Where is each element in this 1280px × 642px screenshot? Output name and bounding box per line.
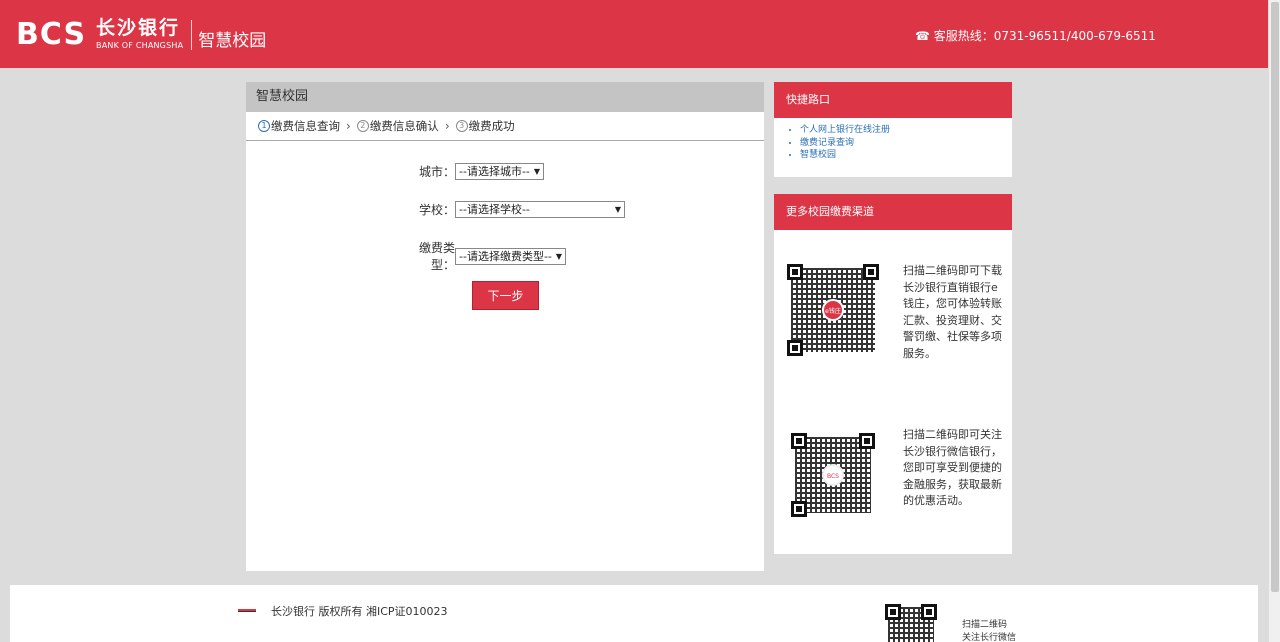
qr-finder — [859, 433, 875, 449]
progress-steps: 1 缴费信息查询 › 2 缴费信息确认 › 3 缴费成功 — [246, 112, 764, 141]
chevron-right-icon: › — [444, 119, 450, 133]
logo-bank-name: 长沙银行 BANK OF CHANGSHA — [96, 19, 183, 50]
qr-finder — [791, 433, 807, 449]
logo-divider — [191, 19, 193, 50]
city-select-value: --请选择城市-- — [459, 165, 530, 178]
fee-type-label: 缴费类型： — [418, 241, 455, 272]
step-number-icon: 3 — [455, 120, 468, 132]
school-select-value: --请选择学校-- — [459, 203, 530, 216]
dropdown-arrow-icon: ▼ — [614, 205, 621, 214]
panel-title: 智慧校园 — [246, 82, 764, 112]
page-footer: 长沙银行 版权所有 湘ICP证010023 扫描二维码 关注长行微信 — [10, 585, 1258, 642]
step-confirm: 2 缴费信息确认 — [356, 118, 439, 134]
copyright-text: 长沙银行 版权所有 湘ICP证010023 — [271, 605, 448, 618]
page-scrollbar[interactable] — [1268, 0, 1280, 642]
bank-name-cn: 长沙银行 — [96, 17, 181, 39]
top-header: BCS 长沙银行 BANK OF CHANGSHA 智慧校园 ☎ 客服热线：07… — [0, 0, 1268, 68]
scrollbar-thumb[interactable] — [1271, 2, 1279, 592]
footer-logo-mark — [238, 609, 256, 612]
city-label: 城市： — [418, 165, 455, 179]
qr-finder — [863, 264, 879, 280]
step-label: 缴费信息查询 — [271, 119, 340, 133]
qr2-description: 扫描二维码即可关注长沙银行微信银行，您即可享受到便捷的金融服务，获取最新的优惠活… — [903, 428, 1002, 507]
school-label: 学校： — [418, 203, 455, 217]
quick-link-records[interactable]: 缴费记录查询 — [800, 137, 1012, 150]
bank-name-en: BANK OF CHANGSHA — [96, 41, 184, 50]
footer-qr-code — [885, 604, 937, 642]
service-hotline: ☎ 客服热线：0731-96511/400-679-6511 — [915, 29, 1156, 43]
footer-scan-line-2: 关注长行微信 — [962, 633, 1017, 642]
step-label: 缴费成功 — [468, 119, 515, 133]
qr-finder — [787, 340, 803, 356]
qr-finder — [921, 604, 937, 620]
bank-logo[interactable]: BCS 长沙银行 BANK OF CHANGSHA 智慧校园 — [16, 18, 266, 51]
city-select[interactable]: --请选择城市-- ▼ — [455, 163, 544, 180]
fee-type-select-value: --请选择缴费类型-- — [459, 249, 552, 263]
step-label: 缴费信息确认 — [369, 119, 439, 133]
bcs-logo: BCS — [822, 464, 844, 486]
step-success: 3 缴费成功 — [455, 118, 515, 134]
school-select[interactable]: --请选择学校-- ▼ — [455, 201, 625, 218]
step-number-icon: 2 — [356, 120, 369, 132]
channels-title: 更多校园缴费渠道 — [774, 194, 1012, 230]
footer-scan-line-1: 扫描二维码 — [962, 620, 1008, 630]
qr-finder — [885, 604, 901, 620]
city-row: 城市： --请选择城市-- ▼ — [396, 163, 544, 180]
fee-type-select[interactable]: --请选择缴费类型-- ▼ — [455, 247, 566, 265]
qr-finder — [791, 501, 807, 517]
wechat-qr-code: BCS — [791, 433, 875, 517]
dropdown-arrow-icon: ▼ — [555, 251, 562, 261]
school-row: 学校： --请选择学校-- ▼ — [396, 201, 625, 218]
dropdown-arrow-icon: ▼ — [533, 167, 540, 176]
qr1-description: 扫描二维码即可下载长沙银行直销银行e钱庄，您可体验转账汇款、投资理财、交警罚缴、… — [903, 264, 1002, 360]
quick-links-title: 快捷路口 — [774, 82, 1012, 118]
product-name: 智慧校园 — [198, 31, 267, 51]
eqianzhuang-qr-code: e钱庄 — [787, 264, 879, 356]
fee-type-row: 缴费类型： --请选择缴费类型-- ▼ — [396, 239, 566, 273]
eqianzhuang-logo: e钱庄 — [822, 299, 844, 321]
quick-link-register[interactable]: 个人网上银行在线注册 — [800, 124, 1012, 137]
qr-finder — [787, 264, 803, 280]
main-panel: 智慧校园 1 缴费信息查询 › 2 缴费信息确认 › 3 缴费成功 城市： --… — [246, 82, 764, 571]
payment-channels-box: 更多校园缴费渠道 e钱庄 扫描二维码即可下载长沙银行直销银行e钱庄，您可体验转账… — [774, 194, 1012, 554]
chevron-right-icon: › — [346, 119, 351, 133]
step-number-icon: 1 — [258, 120, 270, 132]
quick-links-box: 快捷路口 个人网上银行在线注册 缴费记录查询 智慧校园 — [774, 82, 1012, 177]
next-step-button[interactable]: 下一步 — [472, 281, 539, 310]
quick-link-campus[interactable]: 智慧校园 — [800, 149, 1012, 162]
footer-scan-text: 扫描二维码 关注长行微信 — [962, 619, 1016, 642]
quick-links-list: 个人网上银行在线注册 缴费记录查询 智慧校园 — [774, 118, 1012, 162]
logo-mark: BCS — [16, 16, 87, 52]
step-query: 1 缴费信息查询 — [258, 118, 340, 134]
